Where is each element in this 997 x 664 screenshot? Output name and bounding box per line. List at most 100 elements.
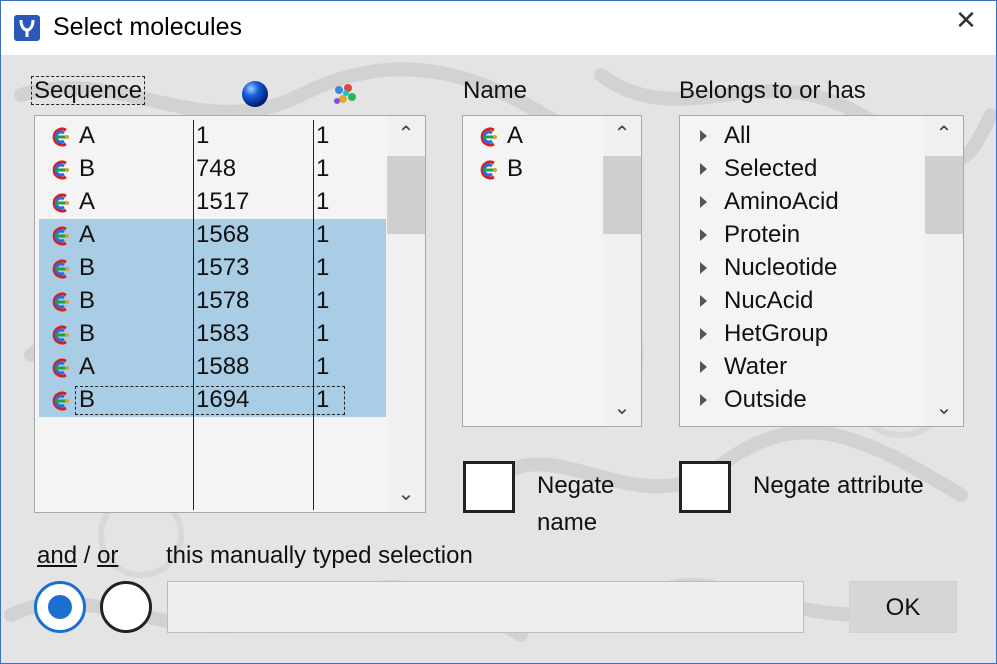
residue-number: 1583 — [196, 320, 250, 347]
negate-name-checkbox[interactable] — [463, 461, 515, 513]
sequence-list[interactable]: A 1 1 B 748 1 A 1517 1 A 1568 1 B 1573 1 B 1578 1 B 1583 1 A 1… — [34, 115, 426, 513]
and-or-separator: / — [83, 542, 91, 569]
chain-id: A — [507, 122, 524, 149]
chain-icon — [52, 127, 69, 147]
expand-arrow-icon[interactable] — [700, 328, 707, 340]
manual-selection-label: this manually typed selection — [166, 542, 473, 569]
scroll-thumb[interactable] — [387, 156, 425, 234]
scroll-up-icon[interactable]: ⌃ — [925, 120, 963, 148]
name-header: Name — [463, 77, 527, 105]
sequence-row[interactable]: B 1578 1 — [39, 285, 386, 318]
blue-sphere-icon[interactable] — [241, 80, 269, 108]
scroll-thumb[interactable] — [925, 156, 963, 234]
residue-count: 1 — [316, 188, 330, 215]
name-list[interactable]: AB ⌃ ⌄ — [462, 115, 642, 427]
belongs-item-label: All — [724, 122, 751, 149]
expand-arrow-icon[interactable] — [700, 361, 707, 373]
belongs-header-label: Belongs to or has — [679, 77, 866, 104]
belongs-item-label: AminoAcid — [724, 188, 839, 215]
or-label: or — [97, 542, 119, 569]
and-label: and — [37, 542, 78, 569]
scroll-thumb[interactable] — [603, 156, 641, 234]
belongs-item-label: HetGroup — [724, 320, 829, 347]
negate-attribute-label: Negate attribute — [753, 472, 924, 499]
residue-count: 1 — [316, 254, 330, 281]
belongs-item-label: Water — [724, 353, 788, 380]
chain-id: B — [79, 254, 96, 281]
sequence-scrollbar[interactable]: ⌃ ⌄ — [387, 116, 425, 512]
chain-icon — [52, 193, 69, 213]
molecule-cluster-icon[interactable] — [331, 81, 359, 109]
name-scrollbar[interactable]: ⌃ ⌄ — [603, 116, 641, 426]
sequence-row[interactable]: B 1583 1 — [39, 318, 386, 351]
chain-icon — [52, 226, 69, 246]
residue-count: 1 — [316, 221, 330, 248]
column-divider[interactable] — [313, 120, 314, 510]
belongs-header: Belongs to or has — [679, 77, 866, 105]
select-molecules-dialog: Select molecules ✕ Sequence Name Belongs… — [0, 0, 997, 664]
expand-arrow-icon[interactable] — [700, 229, 707, 241]
scroll-down-icon[interactable]: ⌄ — [387, 480, 425, 508]
residue-count: 1 — [316, 353, 330, 380]
sequence-row[interactable]: B 1573 1 — [39, 252, 386, 285]
sequence-row[interactable]: A 1568 1 — [39, 219, 386, 252]
belongs-item-label: NucAcid — [724, 287, 814, 314]
manual-selection-input[interactable] — [167, 581, 804, 633]
chain-id: A — [79, 353, 96, 380]
belongs-item-label: Nucleotide — [724, 254, 838, 281]
negate-name-label-1: Negate — [537, 472, 615, 499]
residue-number: 1568 — [196, 221, 250, 248]
chain-id: B — [79, 287, 96, 314]
and-radio[interactable] — [34, 581, 86, 633]
chain-id: A — [79, 188, 96, 215]
sequence-row[interactable]: A 1 1 — [39, 120, 386, 153]
residue-number: 1573 — [196, 254, 250, 281]
ok-button[interactable]: OK — [849, 581, 957, 633]
sequence-row[interactable]: B 748 1 — [39, 153, 386, 186]
chain-id: B — [79, 320, 96, 347]
expand-arrow-icon[interactable] — [700, 163, 707, 175]
sequence-row[interactable]: A 1588 1 — [39, 351, 386, 384]
column-divider[interactable] — [193, 120, 194, 510]
expand-arrow-icon[interactable] — [700, 295, 707, 307]
sequence-row[interactable]: A 1517 1 — [39, 186, 386, 219]
residue-number: 1578 — [196, 287, 250, 314]
expand-arrow-icon[interactable] — [700, 196, 707, 208]
expand-arrow-icon[interactable] — [700, 262, 707, 274]
chain-icon — [52, 325, 69, 345]
belongs-item-label: Outside — [724, 386, 807, 413]
scroll-down-icon[interactable]: ⌄ — [925, 394, 963, 422]
chain-id: B — [79, 155, 96, 182]
title-bar: Select molecules ✕ — [1, 1, 996, 55]
sequence-header[interactable]: Sequence — [31, 76, 146, 105]
scroll-up-icon[interactable]: ⌃ — [603, 120, 641, 148]
close-icon[interactable]: ✕ — [954, 7, 978, 33]
negate-name-label-2: name — [537, 509, 598, 536]
scroll-up-icon[interactable]: ⌃ — [387, 120, 425, 148]
belongs-item-label: Selected — [724, 155, 818, 182]
residue-number: 748 — [196, 155, 237, 182]
chain-id: B — [507, 155, 524, 182]
belongs-list[interactable]: All Selected AminoAcid Protein Nucleotide Nuc… — [679, 115, 964, 427]
belongs-item-label: Protein — [724, 221, 801, 248]
window-title: Select molecules — [53, 13, 242, 41]
app-logo-icon — [14, 15, 40, 41]
chain-icon — [52, 259, 69, 279]
residue-count: 1 — [316, 122, 330, 149]
or-radio[interactable] — [100, 581, 152, 633]
expand-arrow-icon[interactable] — [700, 394, 707, 406]
chain-icon — [52, 391, 69, 411]
chain-id: A — [79, 221, 96, 248]
chain-icon — [52, 160, 69, 180]
residue-count: 1 — [316, 287, 330, 314]
chain-icon — [480, 160, 497, 180]
expand-arrow-icon[interactable] — [700, 130, 707, 142]
negate-attribute-checkbox[interactable] — [679, 461, 731, 513]
residue-number: 1588 — [196, 353, 250, 380]
residue-number: 1 — [196, 122, 210, 149]
chain-id: A — [79, 122, 96, 149]
scroll-down-icon[interactable]: ⌄ — [603, 394, 641, 422]
belongs-scrollbar[interactable]: ⌃ ⌄ — [925, 116, 963, 426]
residue-count: 1 — [316, 320, 330, 347]
name-header-label: Name — [463, 77, 528, 104]
